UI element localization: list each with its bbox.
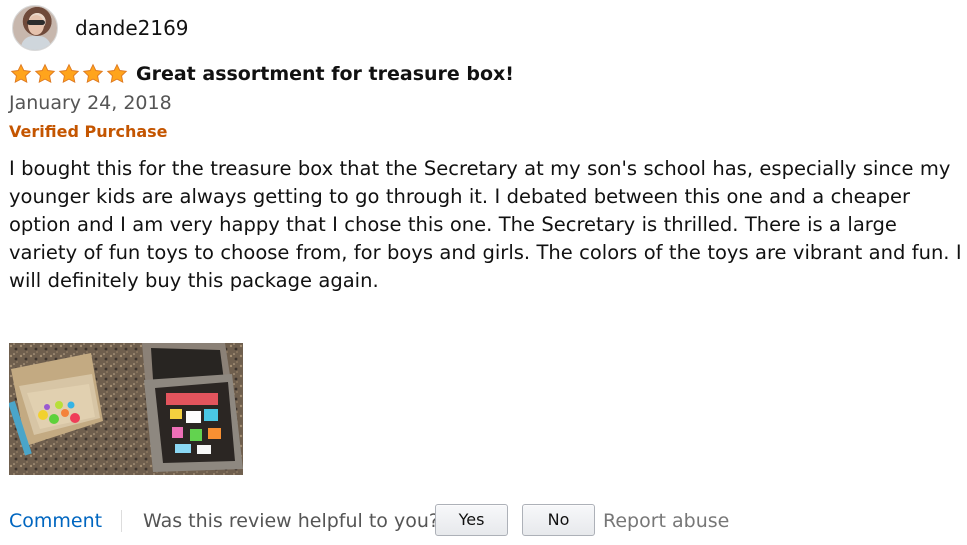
avatar-shirt — [21, 36, 51, 50]
action-divider — [121, 510, 122, 532]
star-icon — [10, 63, 32, 84]
avatar-glasses — [27, 20, 45, 25]
review-title-row: Great assortment for treasure box! — [10, 62, 514, 86]
review-image-thumbnail[interactable] — [9, 343, 243, 475]
reviewer-profile[interactable]: dande2169 — [12, 5, 189, 51]
star-icon — [58, 63, 80, 84]
no-button[interactable]: No — [522, 504, 595, 536]
star-icon — [34, 63, 56, 84]
reviewer-name[interactable]: dande2169 — [75, 16, 189, 40]
avatar-face — [28, 15, 44, 35]
verified-purchase-badge: Verified Purchase — [9, 122, 168, 141]
review-body: I bought this for the treasure box that … — [9, 157, 962, 292]
review-date: January 24, 2018 — [9, 92, 172, 114]
star-icon — [82, 63, 104, 84]
review-title[interactable]: Great assortment for treasure box! — [136, 62, 514, 86]
star-icon — [106, 63, 128, 84]
star-rating — [10, 63, 128, 85]
review-actions: Comment Was this review helpful to you? … — [9, 503, 949, 537]
comment-link[interactable]: Comment — [9, 509, 102, 533]
helpful-question: Was this review helpful to you? — [143, 510, 439, 532]
report-abuse-link[interactable]: Report abuse — [603, 509, 729, 533]
avatar[interactable] — [12, 5, 58, 51]
yes-button[interactable]: Yes — [435, 504, 508, 536]
customer-review: dande2169 Great assortment for treasure … — [0, 0, 967, 545]
